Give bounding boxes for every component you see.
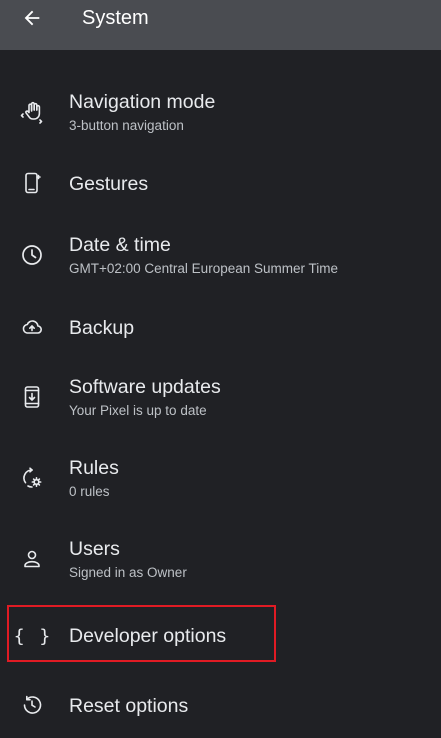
item-title: Reset options [69,695,189,717]
phone-gesture-icon [18,169,46,197]
page-title: System [82,7,149,29]
item-title: Developer options [69,625,227,647]
item-subtitle: Signed in as Owner [69,565,187,580]
arrow-back-icon [24,10,40,26]
setting-item-gestures[interactable]: Gestures [0,170,441,200]
item-title: Navigation mode [69,91,216,113]
rules-icon [18,464,46,492]
system-update-icon [18,383,46,411]
back-button[interactable] [16,2,48,34]
item-subtitle: Your Pixel is up to date [69,403,207,418]
item-title: Date & time [69,234,171,256]
app-bar: System [0,0,441,50]
item-title: Rules [69,457,119,479]
item-subtitle: GMT+02:00 Central European Summer Time [69,261,338,276]
setting-item-users[interactable]: Users Signed in as Owner [0,537,441,587]
setting-item-navigation-mode[interactable]: Navigation mode 3-button navigation [0,90,441,140]
touch-gesture-icon [18,98,46,126]
setting-item-date-time[interactable]: Date & time GMT+02:00 Central European S… [0,233,441,283]
history-icon [18,691,46,719]
setting-item-reset-options[interactable]: Reset options [0,693,441,723]
setting-item-software-updates[interactable]: Software updates Your Pixel is up to dat… [0,375,441,425]
clock-icon [18,241,46,269]
item-title: Users [69,538,120,560]
setting-item-backup[interactable]: Backup [0,314,441,344]
cloud-upload-icon [18,313,46,341]
item-title: Gestures [69,173,149,195]
setting-item-developer-options[interactable]: { } Developer options [0,624,441,654]
item-subtitle: 0 rules [69,484,110,499]
item-title: Software updates [69,376,221,398]
person-icon [18,545,46,573]
item-title: Backup [69,317,135,339]
item-subtitle: 3-button navigation [69,118,184,133]
code-braces-icon: { } [13,625,53,647]
setting-item-rules[interactable]: Rules 0 rules [0,456,441,506]
